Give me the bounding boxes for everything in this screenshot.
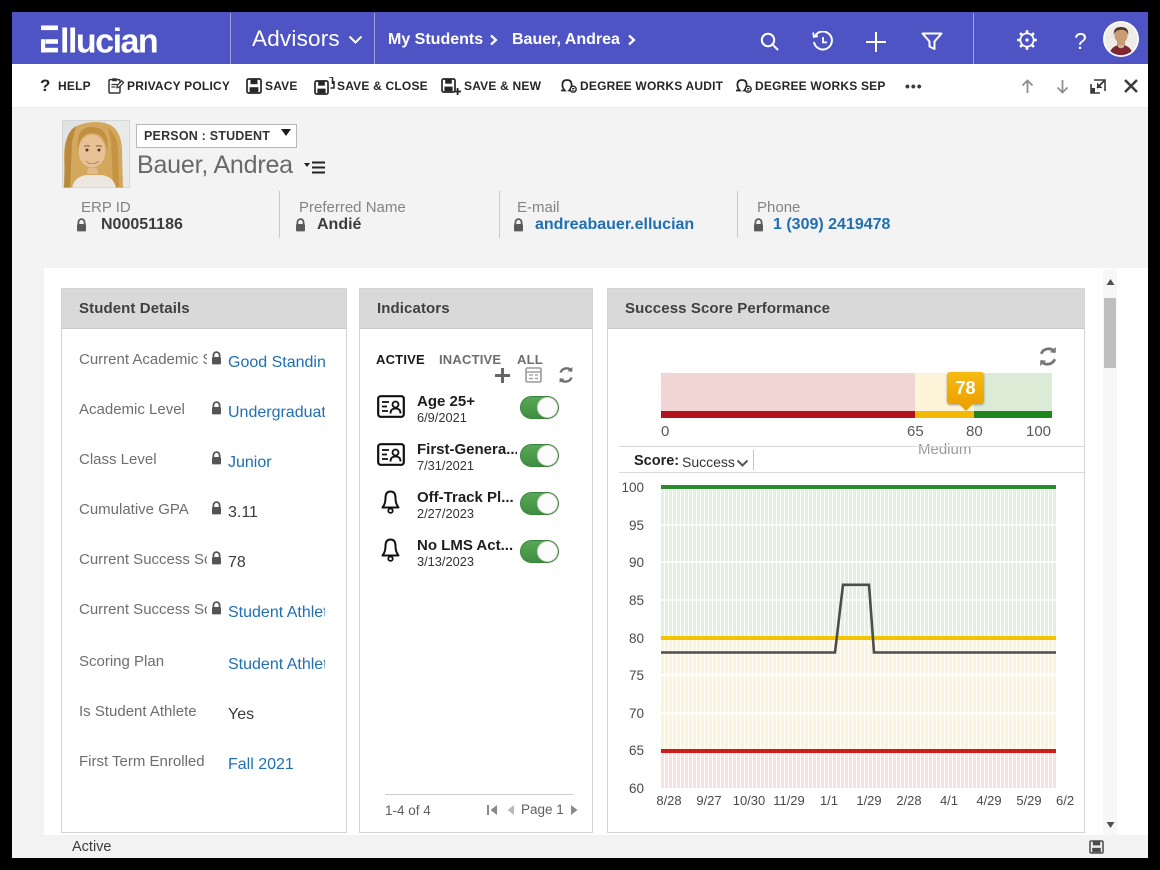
svg-text:llucian: llucian (60, 25, 157, 55)
